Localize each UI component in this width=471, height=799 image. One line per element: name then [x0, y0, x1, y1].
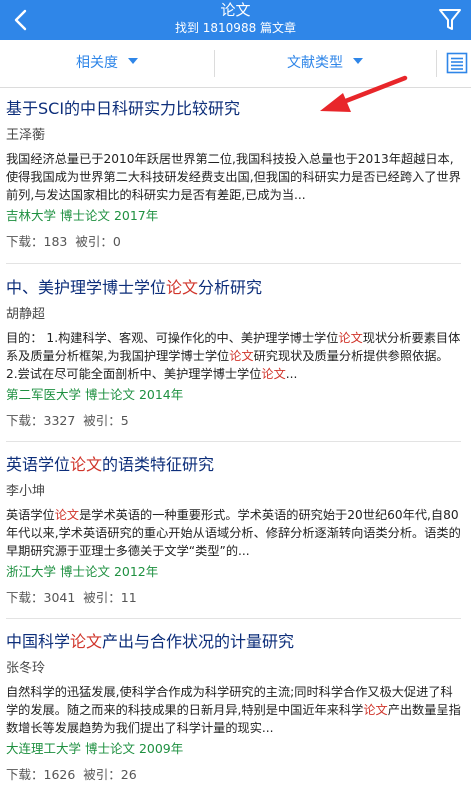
- result-abstract: 我国经济总量已于2010年跃居世界第二位,我国科技投入总量也于2013年超越日本…: [6, 152, 461, 202]
- divider: [6, 618, 461, 619]
- result-author: 李小坤: [6, 484, 46, 499]
- result-stats: 下载：3327 被引：5: [6, 411, 464, 431]
- document-type-dropdown[interactable]: 文献类型: [215, 40, 435, 87]
- result-source: 大连理工大学 博士论文 2009年: [6, 741, 184, 756]
- result-author: 胡静超: [6, 307, 46, 322]
- result-author: 王泽蘅: [6, 128, 46, 143]
- divider: [436, 50, 437, 77]
- sort-relevance-label: 相关度: [76, 55, 118, 71]
- result-source: 第二军医大学 博士论文 2014年: [6, 387, 184, 402]
- result-author: 张冬玲: [6, 661, 46, 676]
- sort-filter-bar: 相关度 文献类型: [0, 40, 471, 88]
- result-item[interactable]: 中、美护理学博士学位论文分析研究 胡静超 目的： 1.构建科学、客观、可操作化的…: [6, 277, 464, 431]
- divider: [6, 263, 461, 264]
- result-stats: 下载：3041 被引：11: [6, 588, 464, 608]
- result-abstract: 目的： 1.构建科学、客观、可操作化的中、美护理学博士学位论文现状分析要素目体系…: [6, 331, 461, 381]
- result-title[interactable]: 中国科学论文产出与合作状况的计量研究: [6, 631, 464, 653]
- document-type-label: 文献类型: [287, 55, 343, 71]
- result-title[interactable]: 中、美护理学博士学位论文分析研究: [6, 277, 464, 299]
- download-count: 下载：183: [6, 234, 68, 249]
- caret-down-icon: [128, 58, 138, 64]
- filter-funnel-icon[interactable]: [435, 4, 465, 36]
- sort-relevance-dropdown[interactable]: 相关度: [0, 40, 214, 87]
- result-count: 找到 1810988 篇文章: [174, 21, 297, 35]
- result-stats: 下载：1626 被引：26: [6, 765, 464, 785]
- result-title[interactable]: 英语学位论文的语类特征研究: [6, 454, 464, 476]
- list-view-icon[interactable]: [446, 52, 468, 74]
- result-stats: 下载：183 被引：0: [6, 232, 464, 252]
- result-item[interactable]: 英语学位论文的语类特征研究 李小坤 英语学位论文是学术英语的一种重要形式。学术英…: [6, 454, 464, 608]
- citation-count: 被引：0: [75, 234, 121, 249]
- download-count: 下载：1626: [6, 767, 76, 782]
- divider: [6, 441, 461, 442]
- page-title: 论文: [220, 1, 251, 19]
- citation-count: 被引：11: [83, 590, 137, 605]
- result-source: 吉林大学 博士论文 2017年: [6, 208, 159, 223]
- result-title[interactable]: 基于SCI的中日科研实力比较研究: [6, 98, 464, 120]
- download-count: 下载：3327: [6, 413, 76, 428]
- citation-count: 被引：5: [83, 413, 129, 428]
- top-app-bar: 论文 找到 1810988 篇文章: [0, 0, 471, 40]
- result-abstract: 自然科学的迅猛发展,使科学合作成为科学研究的主流;同时科学合作又极大促进了科学的…: [6, 685, 461, 735]
- result-item[interactable]: 中国科学论文产出与合作状况的计量研究 张冬玲 自然科学的迅猛发展,使科学合作成为…: [6, 631, 464, 785]
- download-count: 下载：3041: [6, 590, 76, 605]
- caret-down-icon: [353, 58, 363, 64]
- result-source: 浙江大学 博士论文 2012年: [6, 564, 159, 579]
- result-item[interactable]: 基于SCI的中日科研实力比较研究 王泽蘅 我国经济总量已于2010年跃居世界第二…: [6, 98, 464, 252]
- citation-count: 被引：26: [83, 767, 137, 782]
- result-abstract: 英语学位论文是学术英语的一种重要形式。学术英语的研究始于20世纪60年代,自80…: [6, 508, 461, 558]
